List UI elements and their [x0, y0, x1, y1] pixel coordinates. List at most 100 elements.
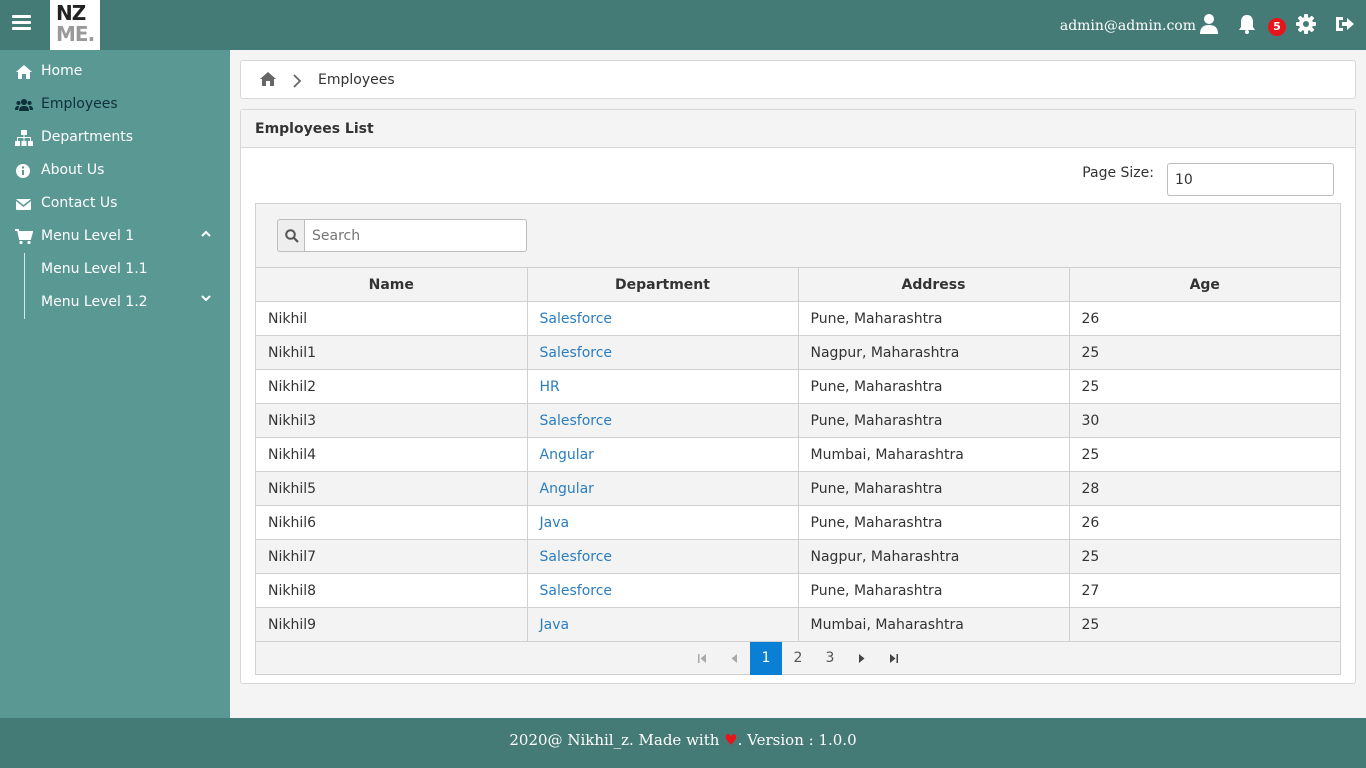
cell-age: 25: [1069, 539, 1340, 574]
cell-department-link[interactable]: Salesforce: [527, 301, 799, 336]
sidebar-item-contact-us[interactable]: Contact Us: [0, 187, 230, 220]
cell-address: Nagpur, Maharashtra: [798, 335, 1070, 370]
last-page-icon: [890, 654, 898, 663]
search-icon: [285, 229, 299, 243]
cell-age: 27: [1069, 573, 1340, 608]
page-size-label: Page Size:: [1082, 165, 1154, 181]
sitemap-icon: [15, 130, 33, 146]
cell-department-link[interactable]: Java: [527, 607, 799, 642]
page-button-2[interactable]: 2: [782, 642, 814, 675]
cell-address: Pune, Maharashtra: [798, 369, 1070, 404]
employees-grid: Name Department Address Age Nikhil Sales…: [255, 203, 1341, 675]
cell-age: 25: [1069, 335, 1340, 370]
menu-icon[interactable]: [12, 13, 38, 37]
search-box: [277, 219, 527, 252]
table-row[interactable]: Nikhil2 HR Pune, Maharashtra 25: [256, 369, 1340, 404]
cell-name: Nikhil9: [256, 607, 528, 642]
cell-address: Pune, Maharashtra: [798, 301, 1070, 336]
table-row[interactable]: Nikhil8 Salesforce Pune, Maharashtra 27: [256, 573, 1340, 608]
panel-header: Employees List: [241, 110, 1355, 148]
previous-page-button[interactable]: [718, 642, 750, 675]
logo[interactable]: NZ ME.: [50, 0, 100, 50]
sidebar-item-menu-level-1-2[interactable]: Menu Level 1.2: [0, 286, 230, 319]
table-row[interactable]: Nikhil1 Salesforce Nagpur, Maharashtra 2…: [256, 335, 1340, 370]
sidebar-item-label: Departments: [41, 129, 134, 145]
table-row[interactable]: Nikhil5 Angular Pune, Maharashtra 28: [256, 471, 1340, 506]
sidebar-item-label: About Us: [41, 162, 105, 178]
cell-address: Pune, Maharashtra: [798, 403, 1070, 438]
cell-department-link[interactable]: Angular: [527, 437, 799, 472]
breadcrumb-current: Employees: [318, 72, 395, 88]
footer-version: . Version : 1.0.0: [737, 731, 857, 749]
cell-name: Nikhil8: [256, 573, 528, 608]
sidebar-item-menu-level-1[interactable]: Menu Level 1: [0, 220, 230, 253]
first-page-button[interactable]: [686, 642, 718, 675]
sidebar-item-label: Menu Level 1.1: [41, 261, 148, 277]
search-input[interactable]: [304, 219, 527, 252]
cell-address: Mumbai, Maharashtra: [798, 607, 1070, 642]
cell-address: Pune, Maharashtra: [798, 505, 1070, 540]
table-header-row: Name Department Address Age: [256, 267, 1340, 302]
bell-icon[interactable]: [1236, 13, 1258, 35]
cell-department-link[interactable]: Salesforce: [527, 573, 799, 608]
logo-text-top: NZ: [56, 1, 86, 25]
breadcrumb: Employees: [240, 60, 1356, 99]
cell-name: Nikhil3: [256, 403, 528, 438]
info-icon: [16, 164, 30, 178]
sidebar-item-label: Menu Level 1: [41, 228, 135, 244]
cart-icon: [15, 229, 33, 245]
cell-age: 30: [1069, 403, 1340, 438]
sidebar-item-employees[interactable]: Employees: [0, 88, 230, 121]
sidebar-item-departments[interactable]: Departments: [0, 121, 230, 154]
cell-department-link[interactable]: Salesforce: [527, 335, 799, 370]
next-page-button[interactable]: [846, 642, 878, 675]
cell-department-link[interactable]: Salesforce: [527, 403, 799, 438]
user-icon[interactable]: [1198, 13, 1220, 35]
column-header-address[interactable]: Address: [798, 267, 1070, 302]
chevron-up-icon[interactable]: [200, 228, 212, 240]
cell-department-link[interactable]: HR: [527, 369, 799, 404]
cell-name: Nikhil7: [256, 539, 528, 574]
page-size-input[interactable]: [1167, 163, 1334, 196]
column-header-age[interactable]: Age: [1069, 267, 1340, 302]
column-header-department[interactable]: Department: [527, 267, 799, 302]
logout-icon[interactable]: [1334, 13, 1356, 35]
users-icon: [15, 99, 33, 111]
chevron-right-icon: [293, 74, 302, 88]
heart-icon: ♥: [724, 731, 738, 749]
last-page-button[interactable]: [878, 642, 910, 675]
footer-text-prefix: 2020@ Nikhil_z. Made with: [509, 731, 725, 749]
search-button[interactable]: [277, 219, 305, 252]
chevron-down-icon[interactable]: [200, 292, 212, 304]
page-button-1[interactable]: 1: [750, 642, 782, 675]
cell-address: Pune, Maharashtra: [798, 471, 1070, 506]
page-button-3[interactable]: 3: [814, 642, 846, 675]
cell-name: Nikhil4: [256, 437, 528, 472]
previous-page-icon: [731, 654, 737, 663]
envelope-icon: [15, 199, 32, 210]
sidebar-item-label: Employees: [41, 96, 118, 112]
table-row[interactable]: Nikhil3 Salesforce Pune, Maharashtra 30: [256, 403, 1340, 438]
column-header-name[interactable]: Name: [256, 267, 528, 302]
sidebar: Home Employees Departments About Us Cont…: [0, 50, 230, 718]
cell-department-link[interactable]: Java: [527, 505, 799, 540]
table-row[interactable]: Nikhil9 Java Mumbai, Maharashtra 25: [256, 607, 1340, 642]
home-icon[interactable]: [259, 71, 277, 87]
cell-age: 26: [1069, 505, 1340, 540]
table-row[interactable]: Nikhil Salesforce Pune, Maharashtra 26: [256, 301, 1340, 336]
cell-address: Nagpur, Maharashtra: [798, 539, 1070, 574]
employees-table: Name Department Address Age Nikhil Sales…: [256, 267, 1340, 642]
cell-department-link[interactable]: Salesforce: [527, 539, 799, 574]
table-row[interactable]: Nikhil7 Salesforce Nagpur, Maharashtra 2…: [256, 539, 1340, 574]
sidebar-item-label: Menu Level 1.2: [41, 294, 148, 310]
notification-badge[interactable]: 5: [1268, 18, 1286, 36]
sidebar-item-menu-level-1-1[interactable]: Menu Level 1.1: [0, 253, 230, 286]
gear-icon[interactable]: [1295, 13, 1317, 35]
sidebar-item-about-us[interactable]: About Us: [0, 154, 230, 187]
cell-name: Nikhil2: [256, 369, 528, 404]
user-email[interactable]: admin@admin.com: [1060, 18, 1196, 34]
table-row[interactable]: Nikhil6 Java Pune, Maharashtra 26: [256, 505, 1340, 540]
table-row[interactable]: Nikhil4 Angular Mumbai, Maharashtra 25: [256, 437, 1340, 472]
sidebar-item-home[interactable]: Home: [0, 55, 230, 88]
cell-department-link[interactable]: Angular: [527, 471, 799, 506]
